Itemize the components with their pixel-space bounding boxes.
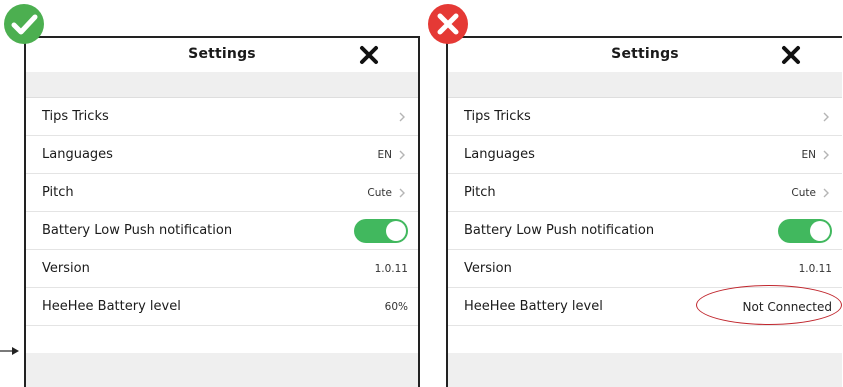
chevron-right-icon [399, 112, 405, 121]
settings-row-pitch[interactable]: Pitch Cute [448, 174, 842, 212]
chevron-right-icon [823, 112, 829, 121]
correct-badge [4, 4, 44, 44]
settings-header: Settings [26, 38, 418, 72]
settings-panel-correct: Settings Tips Tricks Languages EN Pitch … [24, 36, 420, 387]
row-label: Version [464, 261, 512, 276]
checkmark-icon [11, 14, 38, 35]
empty-area [26, 353, 418, 387]
empty-area [448, 353, 842, 387]
settings-row-battery-push: Battery Low Push notification [26, 212, 418, 250]
settings-row-version: Version 1.0.11 [26, 250, 418, 288]
language-value: EN [377, 148, 393, 161]
settings-row-battery-level: HeeHee Battery level 60% [26, 288, 418, 326]
chevron-right-icon [399, 150, 405, 159]
x-mark-icon [437, 13, 459, 35]
settings-row-languages[interactable]: Languages EN [26, 136, 418, 174]
section-spacer [448, 72, 842, 98]
battery-push-toggle[interactable] [354, 218, 408, 243]
row-label: Version [42, 261, 90, 276]
language-value: EN [801, 148, 817, 161]
version-value: 1.0.11 [798, 262, 832, 275]
pointer-arrow-icon [0, 347, 19, 355]
row-label: Battery Low Push notification [464, 223, 655, 238]
row-label: Pitch [464, 185, 496, 200]
settings-row-tips-tricks[interactable]: Tips Tricks [26, 98, 418, 136]
highlight-oval [696, 285, 842, 325]
battery-level-value: 60% [384, 300, 408, 313]
wrong-badge [428, 4, 468, 44]
row-label: Pitch [42, 185, 74, 200]
close-icon[interactable] [358, 44, 380, 66]
chevron-right-icon [399, 188, 405, 197]
settings-row-languages[interactable]: Languages EN [448, 136, 842, 174]
settings-header: Settings [448, 38, 842, 72]
close-icon[interactable] [780, 44, 802, 66]
settings-row-tips-tricks[interactable]: Tips Tricks [448, 98, 842, 136]
settings-row-version: Version 1.0.11 [448, 250, 842, 288]
row-label: Tips Tricks [464, 109, 531, 124]
settings-panel-wrong: Settings Tips Tricks Languages EN Pitch … [446, 36, 842, 387]
row-label: Battery Low Push notification [42, 223, 233, 238]
settings-row-battery-push: Battery Low Push notification [448, 212, 842, 250]
row-label: Languages [42, 147, 113, 162]
pitch-value: Cute [367, 186, 392, 199]
settings-row-pitch[interactable]: Pitch Cute [26, 174, 418, 212]
version-value: 1.0.11 [374, 262, 408, 275]
row-label: Languages [464, 147, 535, 162]
chevron-right-icon [823, 188, 829, 197]
toggle-knob [386, 220, 406, 241]
chevron-right-icon [823, 150, 829, 159]
row-label: HeeHee Battery level [42, 299, 181, 314]
pitch-value: Cute [791, 186, 816, 199]
section-spacer [26, 72, 418, 98]
row-label: Tips Tricks [42, 109, 109, 124]
toggle-knob [810, 220, 830, 241]
battery-push-toggle[interactable] [778, 218, 832, 243]
